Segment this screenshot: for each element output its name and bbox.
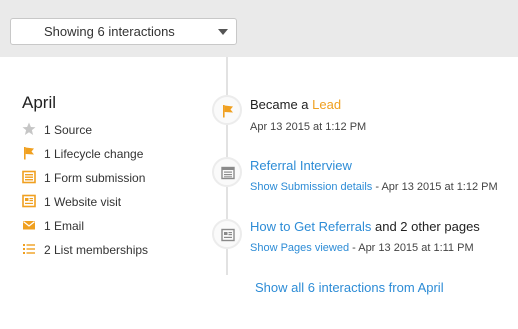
event-title-page-view: How to Get Referrals and 2 other pages bbox=[250, 219, 480, 234]
form-name-link[interactable]: Referral Interview bbox=[250, 158, 352, 173]
show-submission-details-link[interactable]: Show Submission details bbox=[250, 181, 372, 193]
event-title-prefix: Became a bbox=[250, 97, 313, 112]
summary-label: 1 Website visit bbox=[44, 195, 122, 209]
summary-label: 2 List memberships bbox=[44, 243, 149, 257]
event-timestamp: - Apr 13 2015 at 1:12 PM bbox=[372, 181, 498, 193]
show-pages-viewed-link[interactable]: Show Pages viewed bbox=[250, 242, 349, 254]
summary-label: 1 Lifecycle change bbox=[44, 147, 144, 161]
chevron-down-icon[interactable] bbox=[218, 29, 228, 35]
list-icon bbox=[23, 244, 35, 254]
month-heading: April bbox=[22, 93, 57, 112]
flag-icon bbox=[24, 147, 34, 160]
lifecycle-stage-link[interactable]: Lead bbox=[312, 97, 341, 112]
show-all-interactions-link[interactable]: Show all 6 interactions from April bbox=[255, 280, 444, 295]
event-timestamp: Apr 13 2015 at 1:12 PM bbox=[250, 121, 367, 133]
event-detail-form: Show Submission details - Apr 13 2015 at… bbox=[250, 181, 498, 193]
filter-bar: Showing 6 interactions bbox=[0, 0, 518, 57]
event-title-suffix: and 2 other pages bbox=[371, 219, 480, 234]
interactions-filter-dropdown[interactable]: Showing 6 interactions bbox=[10, 18, 237, 45]
webpage-icon bbox=[22, 194, 36, 208]
timeline-node-form bbox=[212, 157, 242, 187]
summary-label: 1 Form submission bbox=[44, 171, 146, 185]
webpage-icon bbox=[221, 228, 235, 242]
event-title-lifecycle: Became a Lead bbox=[250, 97, 341, 112]
form-icon bbox=[22, 170, 36, 184]
timeline-node-lifecycle bbox=[212, 95, 242, 125]
timeline-node-page-view bbox=[212, 219, 242, 249]
event-timestamp: - Apr 13 2015 at 1:11 PM bbox=[349, 242, 474, 254]
summary-label: 1 Source bbox=[44, 123, 93, 137]
event-detail-page-view: Show Pages viewed - Apr 13 2015 at 1:11 … bbox=[250, 242, 474, 254]
summary-label: 1 Email bbox=[44, 219, 85, 233]
page-name-link[interactable]: How to Get Referrals bbox=[250, 219, 371, 234]
email-icon bbox=[23, 221, 35, 230]
flag-icon bbox=[223, 105, 233, 118]
form-icon bbox=[221, 166, 235, 180]
star-icon bbox=[22, 122, 36, 135]
event-title-form: Referral Interview bbox=[250, 158, 352, 173]
dropdown-label: Showing 6 interactions bbox=[44, 24, 175, 39]
